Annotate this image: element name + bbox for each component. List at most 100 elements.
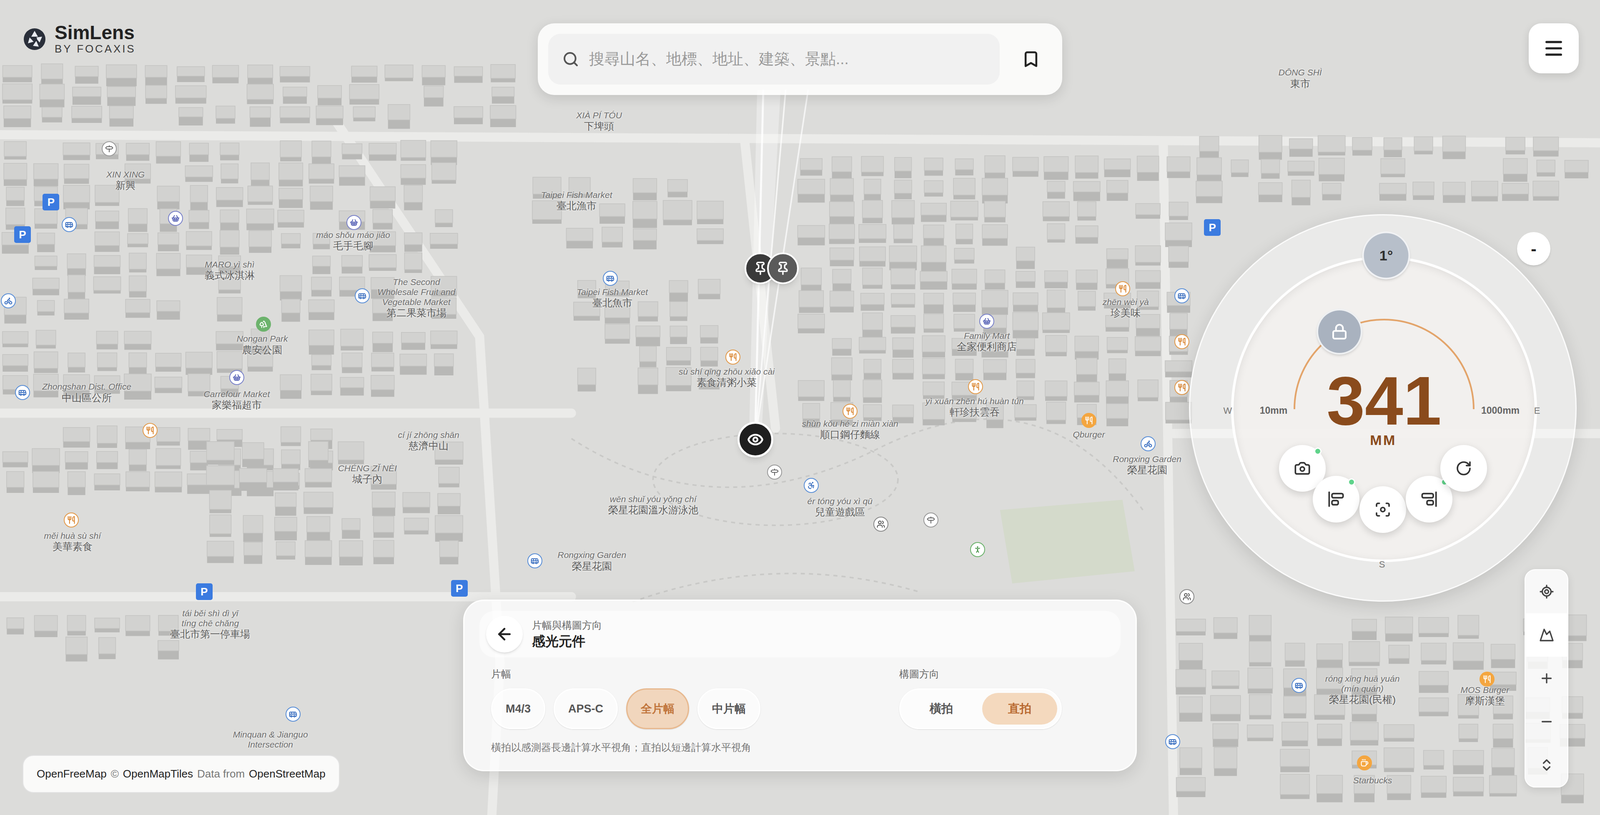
pin-icon [775, 261, 790, 276]
poi-marker[interactable] [101, 141, 117, 157]
map-label: MOS Burger摩斯漢堡 [1460, 685, 1510, 708]
dial-button-icon [1374, 501, 1392, 519]
format-option[interactable]: 全片幅 [626, 688, 690, 730]
poi-marker[interactable] [1479, 672, 1495, 688]
map-label: róng xīng huā yuán(mín quán)榮星花園(民權) [1325, 674, 1400, 706]
format-option[interactable]: 中片幅 [697, 688, 761, 730]
poi-marker[interactable] [15, 385, 31, 401]
poi-marker[interactable] [1174, 380, 1190, 396]
search-input[interactable]: 搜尋山名、地標、地址、建築、景點... [548, 33, 1000, 85]
bus-icon [1294, 681, 1304, 690]
poi-marker[interactable] [168, 210, 184, 226]
poi-marker[interactable] [255, 316, 271, 332]
lock-icon [1331, 323, 1348, 341]
parking-marker[interactable]: P [1203, 219, 1221, 236]
bookmark-button[interactable] [1010, 36, 1052, 83]
map-label: Rongxing Garden榮星花園 [557, 550, 627, 573]
poi-marker[interactable] [968, 379, 984, 395]
map-tool-icon [1539, 714, 1555, 730]
food-icon [971, 382, 980, 392]
poi-marker[interactable] [346, 215, 362, 231]
poi-marker[interactable] [285, 707, 301, 723]
lens-dial[interactable]: WES10mm1000mm341MM1° [1188, 214, 1577, 602]
dial-button[interactable] [1312, 476, 1360, 523]
fitness-icon [973, 545, 982, 555]
collapse-dial-button[interactable]: - [1517, 232, 1551, 266]
bike-icon [4, 296, 13, 306]
poi-marker[interactable] [602, 270, 618, 286]
poi-marker[interactable] [1291, 678, 1307, 694]
parking-marker[interactable]: P [195, 583, 213, 601]
orientation-option[interactable]: 直拍 [982, 693, 1058, 725]
poi-marker[interactable] [1140, 436, 1156, 452]
map-tool-button[interactable] [1525, 700, 1568, 744]
map-label: zhēn wèi yà珍美味 [1102, 297, 1149, 319]
map-tool-button[interactable] [1525, 570, 1568, 614]
map-label: Minquan & JianguoIntersection [233, 729, 309, 750]
poi-marker[interactable] [0, 293, 16, 309]
parking-marker[interactable]: P [451, 580, 468, 597]
poi-marker[interactable] [63, 512, 79, 528]
poi-marker[interactable] [527, 553, 543, 569]
dial-button[interactable] [1359, 486, 1407, 534]
focal-lock-handle[interactable] [1316, 308, 1363, 355]
map-label: cí jí zhōng shān慈濟中山 [398, 430, 460, 452]
compass-letter: E [1534, 403, 1541, 418]
format-option[interactable]: APS-C [553, 688, 618, 730]
bike-icon [1143, 439, 1153, 449]
map-label: Zhongshan Dist. Office中山區公所 [42, 382, 132, 404]
poi-marker[interactable] [873, 516, 889, 532]
bus-icon [288, 710, 298, 719]
map-label: Taipei Fish Market臺北漁市 [541, 190, 613, 212]
orientation-label: 構圖方向 [899, 667, 1062, 683]
poi-marker[interactable] [725, 349, 741, 365]
poi-marker[interactable] [1179, 589, 1195, 605]
poi-marker[interactable] [1174, 334, 1190, 350]
dial-button[interactable] [1440, 445, 1488, 492]
poi-marker[interactable] [354, 288, 370, 304]
poi-marker[interactable] [1081, 413, 1097, 429]
orientation-option[interactable]: 橫拍 [903, 693, 979, 725]
map-label: ér tóng yóu xì qū兒童遊戲區 [807, 496, 873, 519]
app-logo[interactable]: SimLensBY FOCAXIS [22, 22, 136, 56]
poi-marker[interactable] [1165, 734, 1181, 750]
poi-marker[interactable] [767, 464, 783, 480]
map-tool-button[interactable] [1525, 657, 1568, 701]
parking-marker[interactable]: P [14, 226, 31, 244]
poi-marker[interactable] [970, 542, 986, 558]
poi-marker[interactable] [979, 313, 995, 329]
panel-note: 橫拍以感測器長邊計算水平視角；直拍以短邊計算水平視角 [479, 740, 1121, 756]
poi-marker[interactable] [923, 512, 939, 528]
pin-marker[interactable] [767, 252, 799, 285]
attribution-link[interactable]: OpenMapTiles [122, 766, 194, 783]
food-icon [728, 353, 738, 362]
map-tool-button[interactable] [1525, 613, 1568, 658]
poi-marker[interactable] [842, 403, 858, 419]
poi-marker[interactable] [803, 478, 819, 494]
map-label: Starbucks [1353, 775, 1392, 786]
format-option[interactable]: M4/3 [491, 688, 546, 730]
map-tools [1524, 569, 1569, 788]
poi-marker[interactable] [1174, 288, 1190, 304]
toilet-icon [876, 520, 886, 529]
menu-button[interactable] [1528, 23, 1579, 74]
poi-marker[interactable] [1356, 755, 1372, 771]
map-label: DŌNG SHÌ東市 [1278, 67, 1322, 90]
viewpoint-marker[interactable] [737, 421, 774, 458]
poi-marker[interactable] [1115, 281, 1131, 297]
poi-marker[interactable] [229, 370, 245, 386]
bus-icon [606, 274, 615, 283]
panel-title: 感光元件 [531, 632, 602, 651]
parking-marker[interactable]: P [42, 193, 60, 211]
map-label: shùn kǒu hé zi miàn xiàn順口鋼仔麵線 [802, 418, 899, 441]
angle-knob[interactable]: 1° [1362, 231, 1411, 280]
map-tool-button[interactable] [1525, 743, 1568, 788]
attribution-link[interactable]: OpenStreetMap [248, 766, 326, 783]
poi-marker[interactable] [61, 217, 77, 233]
poi-marker[interactable] [142, 423, 158, 439]
compass-letter: W [1223, 403, 1233, 418]
indicator-dot [1347, 478, 1356, 487]
map-tool-icon [1539, 671, 1555, 687]
back-button[interactable] [486, 616, 523, 653]
attribution-link[interactable]: OpenFreeMap [36, 766, 107, 783]
